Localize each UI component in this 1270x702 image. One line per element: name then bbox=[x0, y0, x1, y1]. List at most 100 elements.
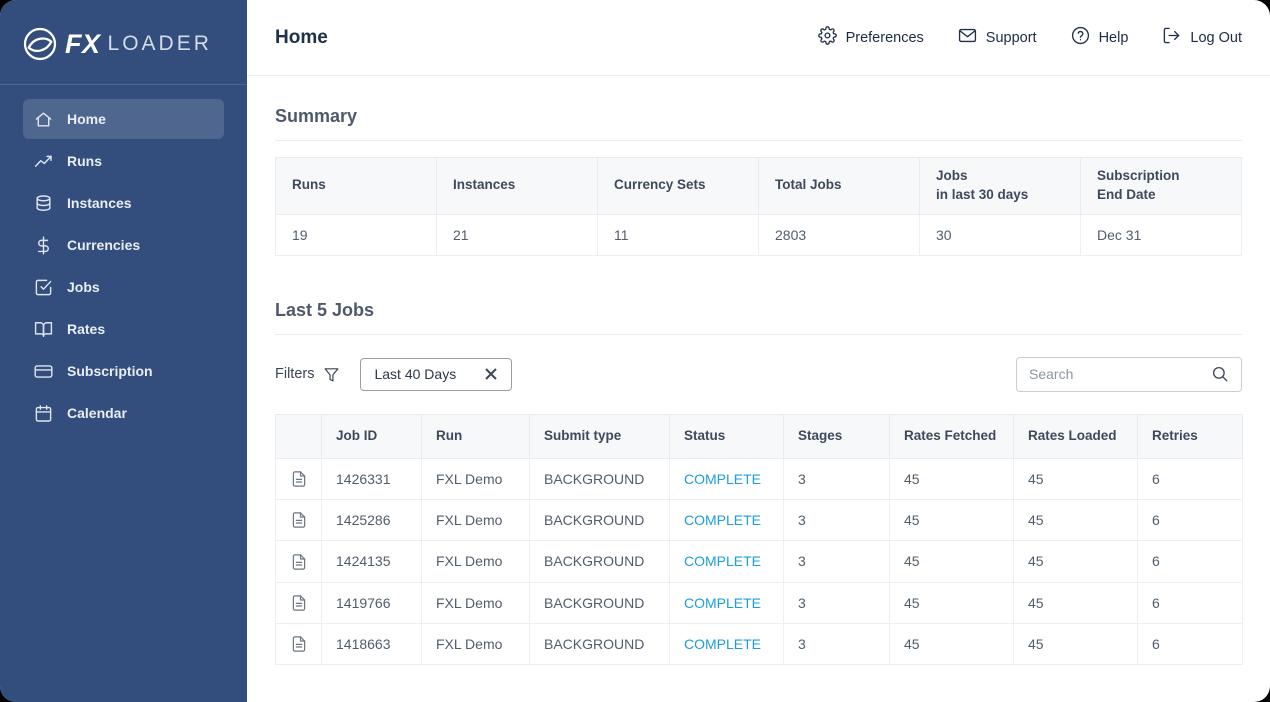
sidebar-item-label: Home bbox=[67, 111, 106, 127]
check-square-icon bbox=[34, 278, 53, 297]
sidebar-nav: Home Runs Instances Currencies bbox=[0, 85, 247, 449]
run-cell: FXL Demo bbox=[422, 623, 530, 664]
jobs-table: Job ID Run Submit type Status Stages Rat… bbox=[275, 414, 1243, 665]
summary-total-jobs-value: 2803 bbox=[759, 214, 920, 255]
gear-icon bbox=[818, 26, 837, 49]
summary-instances-value: 21 bbox=[437, 214, 598, 255]
job-log-cell bbox=[276, 623, 322, 664]
run-cell: FXL Demo bbox=[422, 541, 530, 582]
rates-fetched-cell: 45 bbox=[890, 541, 1014, 582]
rates-fetched-cell: 45 bbox=[890, 582, 1014, 623]
job-log-cell bbox=[276, 582, 322, 623]
file-icon[interactable] bbox=[290, 552, 308, 568]
submit-type-cell: BACKGROUND bbox=[530, 499, 670, 540]
column-header-rates-fetched: Rates Fetched bbox=[890, 414, 1014, 458]
sidebar: FX LOADER Home Runs Instances bbox=[0, 0, 247, 702]
column-header-stages: Stages bbox=[784, 414, 890, 458]
job-id-cell: 1424135 bbox=[322, 541, 422, 582]
sidebar-item-calendar[interactable]: Calendar bbox=[23, 393, 224, 433]
sidebar-item-label: Subscription bbox=[67, 363, 153, 379]
submit-type-cell: BACKGROUND bbox=[530, 541, 670, 582]
sidebar-item-instances[interactable]: Instances bbox=[23, 183, 224, 223]
stages-cell: 3 bbox=[784, 499, 890, 540]
search-input[interactable] bbox=[1029, 366, 1211, 382]
status-link[interactable]: COMPLETE bbox=[670, 582, 784, 623]
filter-chip[interactable]: Last 40 Days bbox=[360, 358, 512, 391]
rates-loaded-cell: 45 bbox=[1014, 458, 1138, 499]
file-icon[interactable] bbox=[290, 594, 308, 610]
table-row: 1419766 FXL Demo BACKGROUND COMPLETE 3 4… bbox=[276, 582, 1243, 623]
status-link[interactable]: COMPLETE bbox=[670, 623, 784, 664]
search-box bbox=[1016, 357, 1242, 392]
preferences-label: Preferences bbox=[846, 30, 924, 46]
logout-icon bbox=[1162, 26, 1181, 49]
status-link[interactable]: COMPLETE bbox=[670, 499, 784, 540]
search-icon[interactable] bbox=[1211, 365, 1229, 383]
column-header-instances: Instances bbox=[437, 158, 598, 215]
support-button[interactable]: Support bbox=[958, 26, 1037, 49]
rates-loaded-cell: 45 bbox=[1014, 582, 1138, 623]
retries-cell: 6 bbox=[1138, 499, 1243, 540]
filters-label: Filters bbox=[275, 366, 314, 382]
trend-chart-icon bbox=[34, 152, 53, 171]
retries-cell: 6 bbox=[1138, 623, 1243, 664]
file-icon[interactable] bbox=[290, 511, 308, 527]
app-window: FX LOADER Home Runs Instances bbox=[0, 0, 1270, 702]
sidebar-item-label: Calendar bbox=[67, 405, 127, 421]
sidebar-item-jobs[interactable]: Jobs bbox=[23, 267, 224, 307]
book-open-icon bbox=[34, 320, 53, 339]
job-log-cell bbox=[276, 499, 322, 540]
close-icon[interactable] bbox=[484, 367, 498, 381]
job-id-cell: 1418663 bbox=[322, 623, 422, 664]
table-row: 1426331 FXL Demo BACKGROUND COMPLETE 3 4… bbox=[276, 458, 1243, 499]
sidebar-item-rates[interactable]: Rates bbox=[23, 309, 224, 349]
home-icon bbox=[34, 110, 53, 129]
sidebar-item-runs[interactable]: Runs bbox=[23, 141, 224, 181]
mail-icon bbox=[958, 26, 977, 49]
table-row: 1418663 FXL Demo BACKGROUND COMPLETE 3 4… bbox=[276, 623, 1243, 664]
help-label: Help bbox=[1099, 30, 1129, 46]
column-header-job-id: Job ID bbox=[322, 414, 422, 458]
jobs-header-row: Job ID Run Submit type Status Stages Rat… bbox=[276, 414, 1243, 458]
file-icon[interactable] bbox=[290, 470, 308, 486]
stages-cell: 3 bbox=[784, 623, 890, 664]
help-button[interactable]: Help bbox=[1071, 26, 1129, 49]
rates-fetched-cell: 45 bbox=[890, 623, 1014, 664]
dollar-icon bbox=[34, 236, 53, 255]
column-header-subscription-end: Subscription End Date bbox=[1081, 158, 1242, 215]
fxloader-logo: FX LOADER bbox=[0, 0, 247, 85]
summary-section-title: Summary bbox=[275, 106, 1242, 141]
job-id-cell: 1419766 bbox=[322, 582, 422, 623]
summary-values-row: 19 21 11 2803 30 Dec 31 bbox=[276, 214, 1242, 255]
sidebar-item-home[interactable]: Home bbox=[23, 99, 224, 139]
job-log-cell bbox=[276, 541, 322, 582]
column-header-submit-type: Submit type bbox=[530, 414, 670, 458]
summary-header-row: Runs Instances Currency Sets Total Jobs … bbox=[276, 158, 1242, 215]
status-link[interactable]: COMPLETE bbox=[670, 541, 784, 582]
funnel-icon[interactable] bbox=[323, 366, 340, 383]
status-link[interactable]: COMPLETE bbox=[670, 458, 784, 499]
database-icon bbox=[34, 194, 53, 213]
summary-currency-sets-value: 11 bbox=[598, 214, 759, 255]
rates-loaded-cell: 45 bbox=[1014, 623, 1138, 664]
column-header-rates-loaded: Rates Loaded bbox=[1014, 414, 1138, 458]
logout-button[interactable]: Log Out bbox=[1162, 26, 1242, 49]
rates-loaded-cell: 45 bbox=[1014, 499, 1138, 540]
column-header-icon bbox=[276, 414, 322, 458]
logout-label: Log Out bbox=[1190, 30, 1242, 46]
sidebar-item-currencies[interactable]: Currencies bbox=[23, 225, 224, 265]
job-log-cell bbox=[276, 458, 322, 499]
column-header-retries: Retries bbox=[1138, 414, 1243, 458]
retries-cell: 6 bbox=[1138, 582, 1243, 623]
main-area: Home Preferences Support bbox=[247, 0, 1270, 702]
sidebar-item-label: Rates bbox=[67, 321, 105, 337]
logo-text-fx: FX bbox=[65, 29, 101, 60]
file-icon[interactable] bbox=[290, 635, 308, 651]
top-bar: Home Preferences Support bbox=[247, 0, 1270, 76]
table-row: 1425286 FXL Demo BACKGROUND COMPLETE 3 4… bbox=[276, 499, 1243, 540]
sidebar-item-label: Currencies bbox=[67, 237, 140, 253]
question-circle-icon bbox=[1071, 26, 1090, 49]
sidebar-item-subscription[interactable]: Subscription bbox=[23, 351, 224, 391]
preferences-button[interactable]: Preferences bbox=[818, 26, 924, 49]
column-header-status: Status bbox=[670, 414, 784, 458]
